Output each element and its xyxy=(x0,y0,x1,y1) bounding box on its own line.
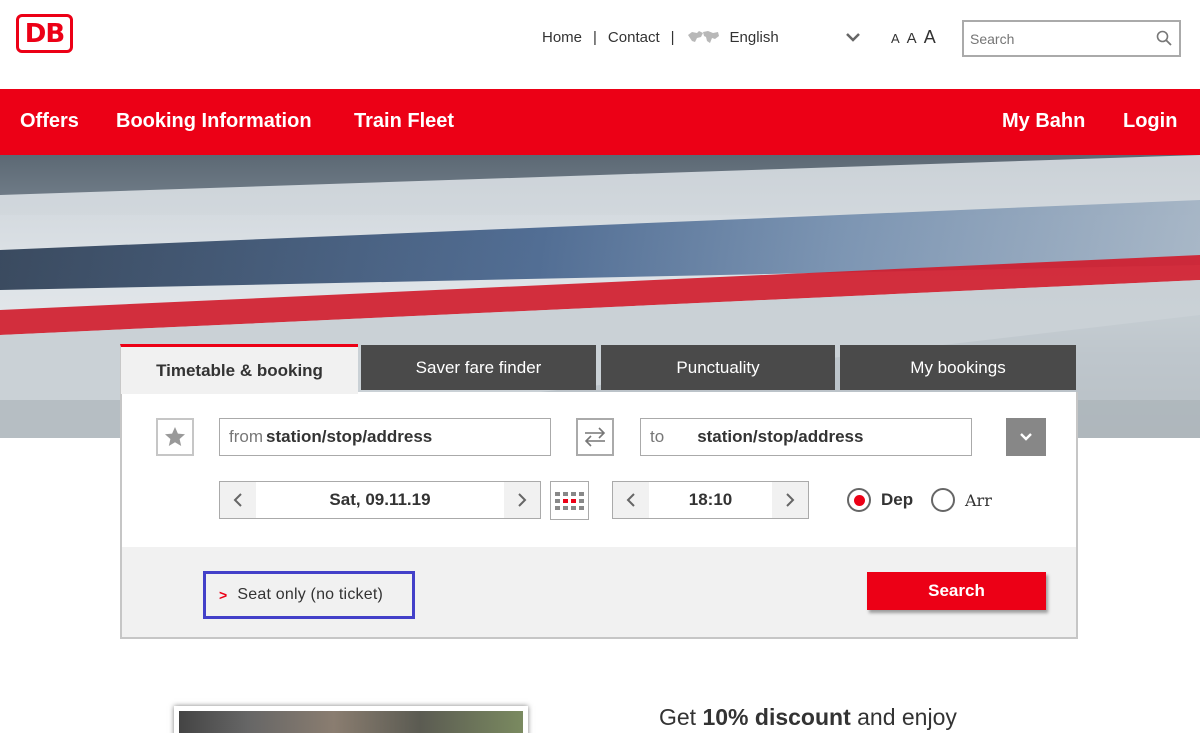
dep-label: Dep xyxy=(881,490,914,509)
globe-icon xyxy=(686,30,720,46)
to-field[interactable]: to station/stop/address xyxy=(640,418,972,456)
calendar-icon xyxy=(555,491,560,496)
date-next-button[interactable] xyxy=(504,482,540,518)
tab-punctuality[interactable]: Punctuality xyxy=(601,345,835,390)
favorite-button[interactable] xyxy=(156,418,194,456)
separator: | xyxy=(670,29,675,46)
tab-timetable-booking[interactable]: Timetable & booking xyxy=(120,344,358,394)
promo-prefix: Get xyxy=(659,704,703,730)
tab-my-bookings[interactable]: My bookings xyxy=(840,345,1076,390)
to-input[interactable]: station/stop/address xyxy=(697,427,863,447)
separator: | xyxy=(593,29,597,46)
top-nav: Home | Contact | English xyxy=(542,29,779,46)
search-icon[interactable] xyxy=(1156,30,1172,51)
font-size-medium-button[interactable]: A xyxy=(907,30,917,47)
language-selector[interactable]: English xyxy=(730,29,779,46)
logo-text: DB xyxy=(24,18,65,49)
promo-highlight: 10% discount xyxy=(702,704,851,730)
arrival-radio[interactable]: Arr xyxy=(931,488,992,512)
seat-only-link[interactable]: > Seat only (no ticket) xyxy=(203,571,415,619)
search-input[interactable] xyxy=(964,22,1144,55)
search-button[interactable]: Search xyxy=(867,572,1046,610)
chevron-right-icon: > xyxy=(219,587,228,603)
chevron-left-icon xyxy=(626,493,635,507)
font-size-controls: A A A xyxy=(891,27,936,48)
font-size-large-button[interactable]: A xyxy=(924,27,936,48)
promo-headline: Get 10% discount and enjoy xyxy=(659,704,957,731)
swap-stations-button[interactable] xyxy=(576,418,614,456)
from-input[interactable]: station/stop/address xyxy=(266,427,432,447)
nav-train-fleet[interactable]: Train Fleet xyxy=(354,110,454,133)
nav-booking-information[interactable]: Booking Information xyxy=(116,110,312,133)
chevron-down-icon xyxy=(1020,433,1032,441)
star-icon xyxy=(165,427,185,446)
booking-tabs: Timetable & booking Saver fare finder Pu… xyxy=(120,344,1078,394)
radio-selected-icon[interactable] xyxy=(847,488,871,512)
calendar-button[interactable] xyxy=(550,481,589,520)
chevron-right-icon xyxy=(518,493,527,507)
time-stepper: 18:10 xyxy=(612,481,809,519)
db-logo[interactable]: DB xyxy=(16,14,73,53)
from-prefix: from xyxy=(229,427,263,446)
header: DB Home | Contact | English A A A xyxy=(0,0,1200,89)
contact-link[interactable]: Contact xyxy=(608,29,660,46)
main-nav: Offers Booking Information Train Fleet M… xyxy=(0,89,1200,155)
site-search xyxy=(962,20,1181,57)
promo-suffix: and enjoy xyxy=(850,704,957,730)
nav-offers[interactable]: Offers xyxy=(20,110,79,133)
booking-form: from station/stop/address to station/sto… xyxy=(122,392,1076,547)
home-link[interactable]: Home xyxy=(542,29,582,46)
time-next-button[interactable] xyxy=(772,482,808,518)
promo-image[interactable] xyxy=(174,706,528,733)
nav-my-bahn[interactable]: My Bahn xyxy=(1002,110,1085,133)
booking-widget: Timetable & booking Saver fare finder Pu… xyxy=(120,344,1078,639)
date-stepper: Sat, 09.11.19 xyxy=(219,481,541,519)
font-size-small-button[interactable]: A xyxy=(891,31,900,46)
date-value[interactable]: Sat, 09.11.19 xyxy=(256,482,504,518)
to-prefix: to xyxy=(650,427,665,446)
more-options-button[interactable] xyxy=(1006,418,1046,456)
chevron-down-icon[interactable] xyxy=(845,29,861,45)
tab-saver-fare-finder[interactable]: Saver fare finder xyxy=(361,345,596,390)
radio-unselected-icon[interactable] xyxy=(931,488,955,512)
booking-panel: from station/stop/address to station/sto… xyxy=(120,392,1078,639)
date-prev-button[interactable] xyxy=(220,482,256,518)
chevron-left-icon xyxy=(233,493,242,507)
from-field[interactable]: from station/stop/address xyxy=(219,418,551,456)
time-prev-button[interactable] xyxy=(613,482,649,518)
seat-only-label: Seat only (no ticket) xyxy=(237,586,383,603)
chevron-right-icon xyxy=(786,493,795,507)
swap-icon xyxy=(584,427,606,447)
nav-login[interactable]: Login xyxy=(1123,110,1177,133)
departure-radio[interactable]: Dep xyxy=(847,488,913,512)
arr-label: Arr xyxy=(965,490,992,510)
time-value[interactable]: 18:10 xyxy=(649,482,772,518)
